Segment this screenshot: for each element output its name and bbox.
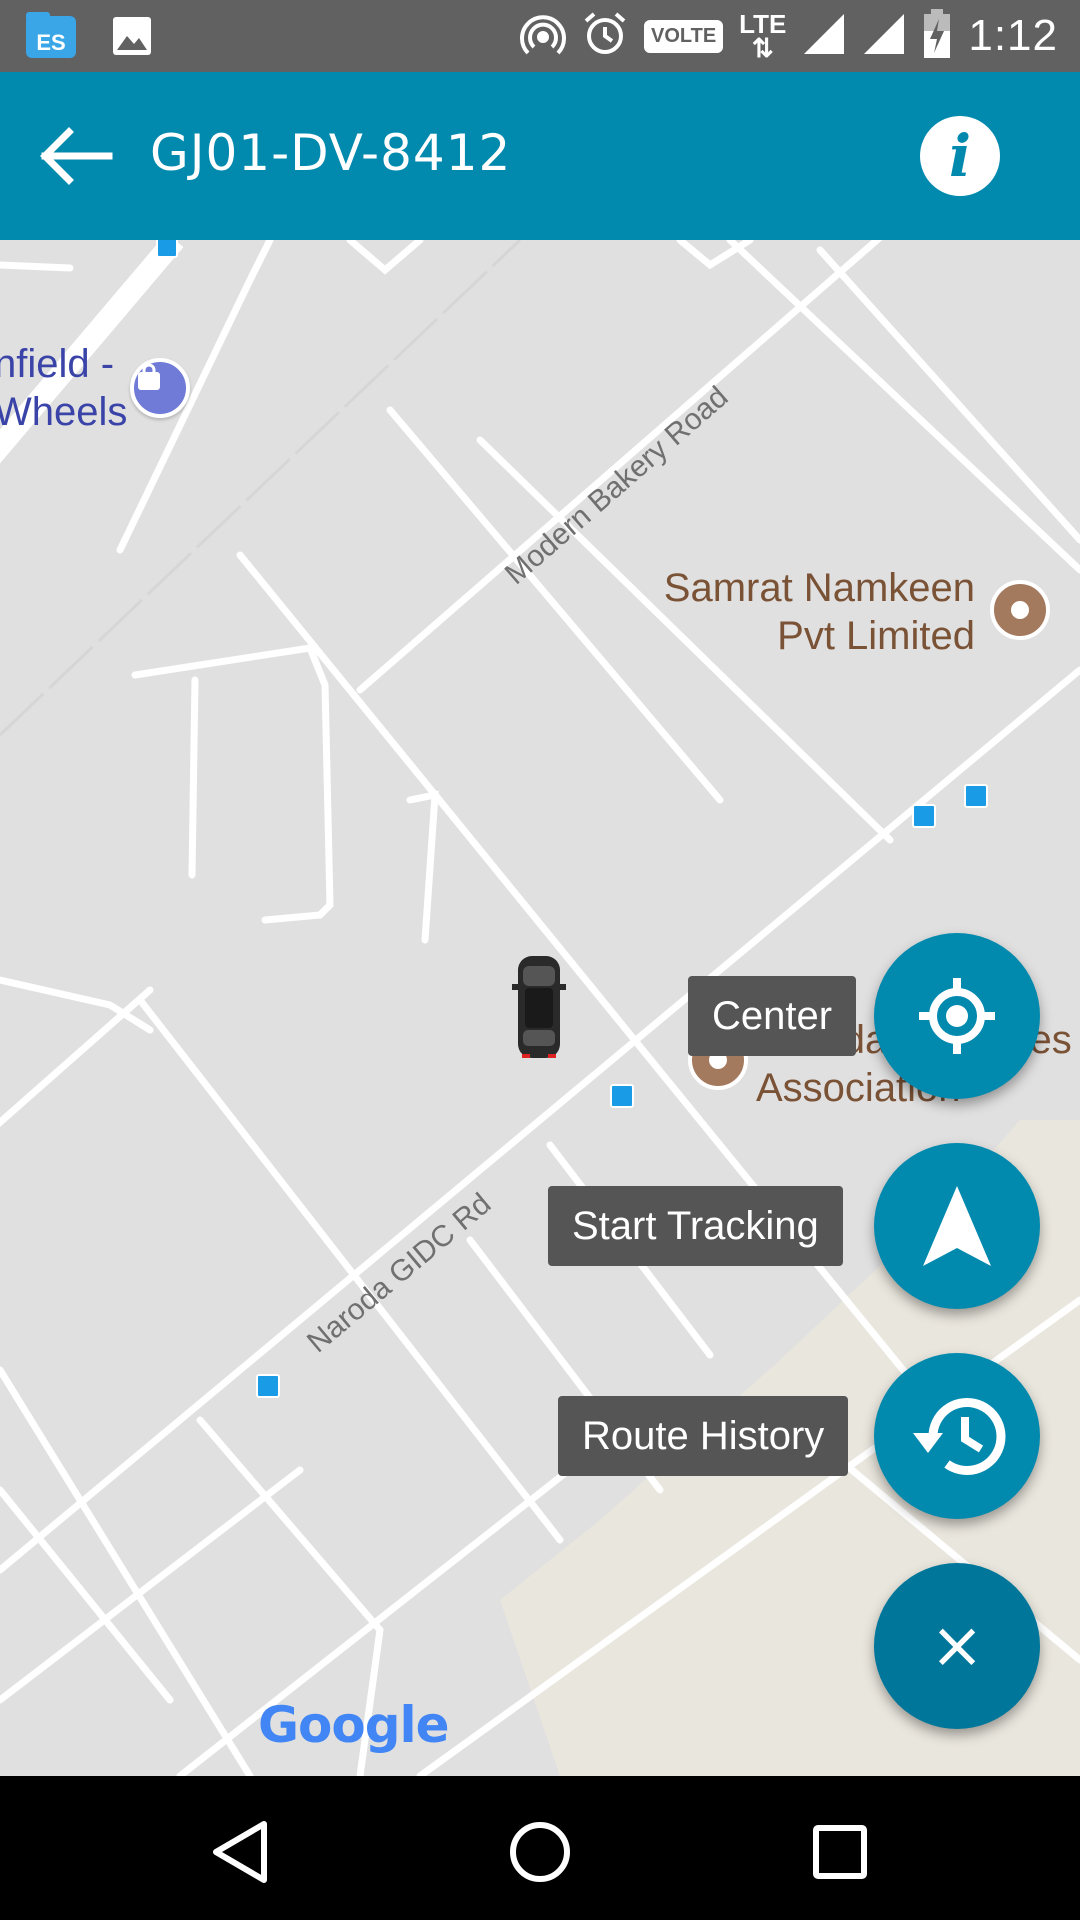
back-button[interactable] [30, 118, 120, 194]
recents-square-icon [813, 1825, 867, 1879]
hotspot-icon [520, 11, 566, 62]
status-right-icons: VOLTE LTE ⇅ 1:12 [520, 8, 1058, 64]
place-label-line: Samrat Namkeen [663, 566, 975, 610]
status-time: 1:12 [968, 11, 1058, 60]
status-bar: ES VOLTE LTE ⇅ 1:12 [0, 0, 1080, 72]
status-left-icons: ES [26, 12, 152, 65]
battery-charging-icon [922, 8, 952, 64]
volte-icon: VOLTE [643, 19, 724, 53]
info-button[interactable]: i [920, 116, 1000, 196]
place-label-enfield[interactable]: nfield - Wheels [0, 340, 127, 436]
google-logo-text: Google [258, 1696, 450, 1754]
shopping-bag-icon[interactable] [130, 358, 190, 418]
lte-icon: LTE ⇅ [739, 9, 787, 63]
app-bar: GJ01-DV-8412 i [0, 72, 1080, 240]
info-icon: i [948, 122, 972, 190]
gallery-icon [112, 16, 152, 61]
center-label[interactable]: Center [688, 976, 857, 1056]
google-attribution: Google [258, 1696, 450, 1754]
bus-stop-icon[interactable] [256, 1374, 280, 1398]
close-menu-button[interactable]: × [874, 1563, 1040, 1729]
place-marker-icon[interactable] [990, 580, 1050, 640]
route-history-button[interactable] [874, 1353, 1040, 1519]
close-icon: × [930, 1609, 984, 1683]
vehicle-marker[interactable] [512, 952, 566, 1062]
start-tracking-button[interactable] [874, 1143, 1040, 1309]
bus-stop-icon[interactable] [156, 240, 178, 258]
alarm-icon [582, 11, 628, 62]
car-icon [512, 956, 566, 1058]
start-tracking-label[interactable]: Start Tracking [548, 1186, 843, 1266]
place-label-line: Wheels [0, 390, 128, 434]
file-manager-icon: ES [26, 12, 78, 65]
nav-home-button[interactable] [500, 1812, 580, 1892]
nav-back-button[interactable] [200, 1812, 280, 1892]
arrow-back-icon [40, 127, 113, 185]
svg-text:ES: ES [36, 30, 65, 55]
my-location-icon [919, 978, 995, 1054]
nav-recents-button[interactable] [800, 1812, 880, 1892]
place-label-samrat[interactable]: Samrat Namkeen Pvt Limited [664, 564, 975, 660]
place-label-line: nfield - [0, 342, 115, 386]
route-history-label[interactable]: Route History [558, 1396, 849, 1476]
page-title: GJ01-DV-8412 [150, 124, 512, 182]
back-triangle-icon [213, 1821, 267, 1883]
signal-icon [862, 12, 906, 61]
system-nav-bar [0, 1776, 1080, 1920]
signal-icon [802, 12, 846, 61]
history-icon [913, 1398, 1006, 1475]
bus-stop-icon[interactable] [610, 1084, 634, 1108]
bus-stop-icon[interactable] [912, 804, 936, 828]
lte-label: LTE [739, 9, 787, 39]
bus-stop-icon[interactable] [964, 784, 988, 808]
place-label-line: Pvt Limited [777, 614, 975, 658]
home-circle-icon [510, 1822, 570, 1882]
center-button[interactable] [874, 933, 1040, 1099]
navigation-arrow-icon [923, 1186, 991, 1266]
